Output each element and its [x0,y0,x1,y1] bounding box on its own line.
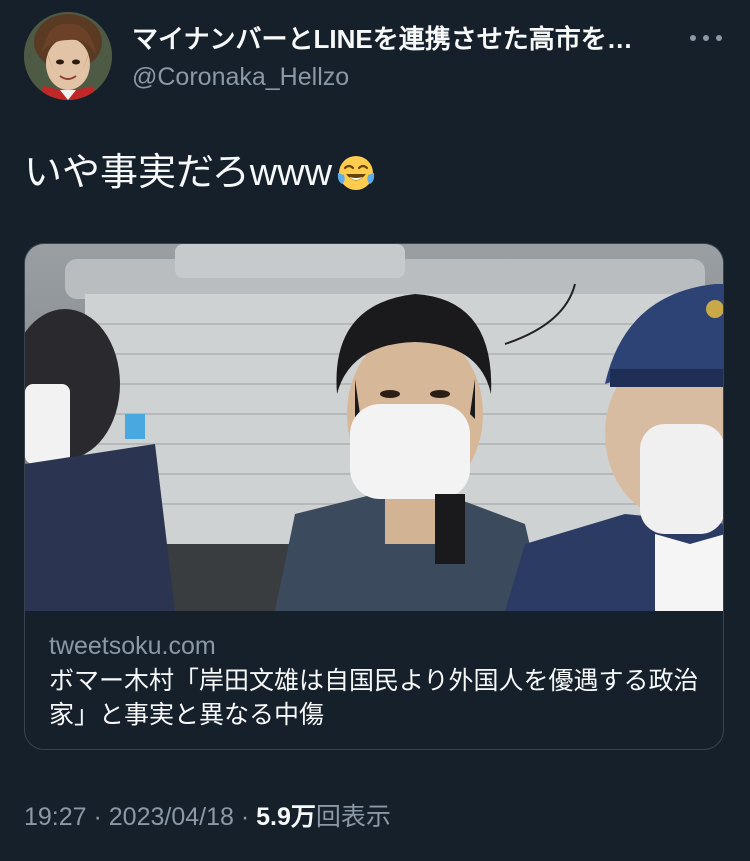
tweet-time[interactable]: 19:27 [24,803,87,831]
views-label: 回表示 [315,803,391,831]
tweet-header: マイナンバーとLINEを連携させた高市を… @Coronaka_Hellzo [132,22,692,94]
separator-dot: · [233,803,257,831]
link-preview-card[interactable]: tweetsoku.com ボマー木村「岸田文雄は自国民より外国人を優遇する政治… [24,243,724,750]
card-meta: tweetsoku.com ボマー木村「岸田文雄は自国民より外国人を優遇する政治… [49,630,709,732]
card-image [25,244,723,611]
more-options-icon[interactable] [690,28,722,48]
avatar[interactable] [24,12,112,100]
tweet-text: いや事実だろwww [24,150,376,196]
views-count: 5.9万 [256,803,316,831]
username-handle[interactable]: @Coronaka_Hellzo [132,60,692,94]
display-name[interactable]: マイナンバーとLINEを連携させた高市を… [132,22,677,56]
tweet-body: いや事実だろwww [24,152,333,194]
card-domain[interactable]: tweetsoku.com [49,630,709,662]
news-photo [25,244,723,611]
avatar-image [24,12,112,100]
face-with-tears-of-joy-emoji [337,156,375,190]
separator-dot: · [86,803,109,831]
tweet-metadata: 19:27 · 2023/04/18 · 5.9万回表示 [24,800,391,834]
card-title[interactable]: ボマー木村「岸田文雄は自国民より外国人を優遇する政治家」と事実と異なる中傷 [49,664,709,732]
tweet-date[interactable]: 2023/04/18 [109,803,234,831]
